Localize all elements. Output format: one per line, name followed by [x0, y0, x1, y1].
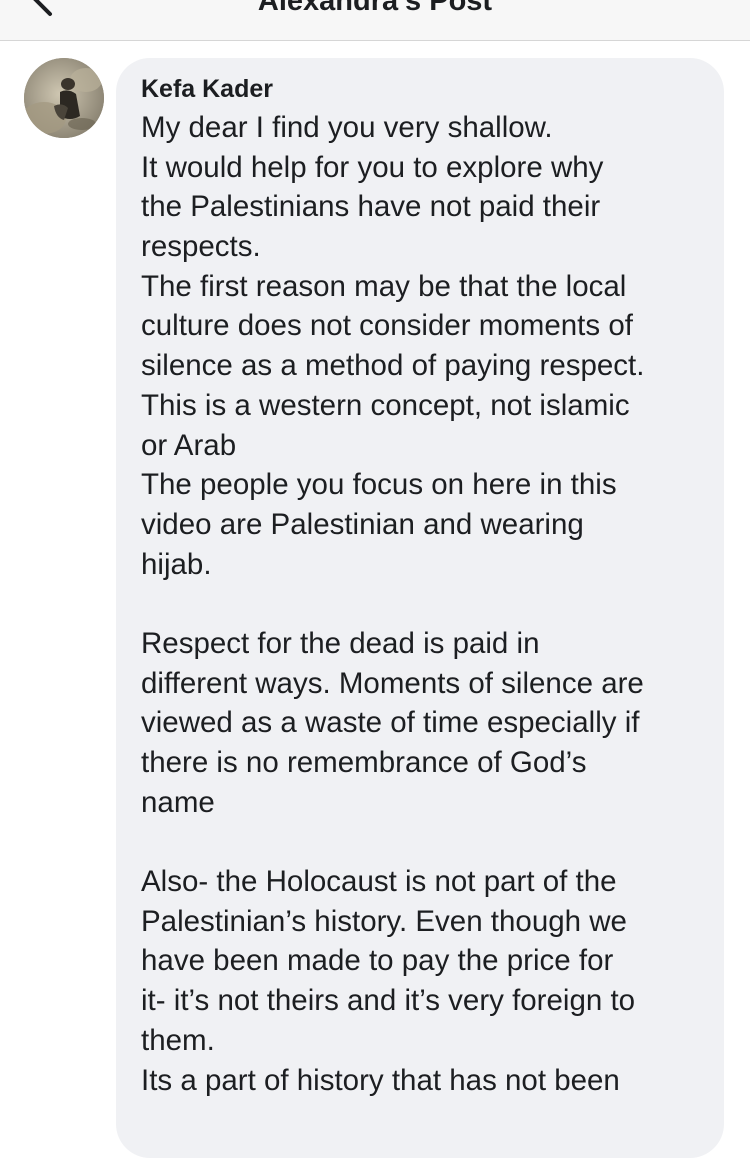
comment-line: viewed as a waste of time especially if [141, 706, 640, 740]
comment-line: video are Palestinian and wearing [141, 507, 584, 541]
comment-line: have been made to pay the price for [141, 944, 614, 978]
comment-line: the Palestinians have not paid their [141, 190, 601, 224]
comment-line: there is no remembrance of God’s [141, 746, 587, 779]
comment-author-name[interactable]: Kefa Kader [141, 73, 273, 105]
page-title: Alexandra's Post [257, 0, 493, 17]
comment-line: culture does not consider moments of [141, 309, 633, 343]
comment-line: This is a western concept, not islamic [141, 388, 630, 422]
top-navigation-bar: Alexandra's Post [0, 0, 750, 41]
comment-line: name [141, 785, 215, 819]
comment-line: Palestinian’s history. Even though we [141, 904, 627, 938]
comment-line: My dear I find you very shallow. [141, 111, 553, 144]
comment-line: or Arab [141, 428, 237, 462]
comment-line: The first reason may be that the local [141, 269, 627, 303]
comment-text: My dear I find you very shallow. It would… [141, 108, 716, 1100]
comment-line: The people you focus on here in this [141, 468, 617, 502]
comment-line: It would help for you to explore why [141, 150, 604, 184]
comment-line: Its a part of history that has not been [141, 1063, 620, 1097]
comment-line: hijab. [141, 547, 212, 581]
comment-line: different ways. Moments of silence are [141, 666, 644, 700]
profile-photo [24, 58, 104, 138]
comment-line: them. [141, 1023, 215, 1057]
comment-line: silence as a method of paying respect. [141, 349, 645, 383]
comment-line: respects. [141, 230, 261, 264]
comment-line: Also- the Holocaust is not part of the [141, 865, 617, 899]
avatar[interactable] [24, 58, 104, 138]
paragraph-break [141, 584, 716, 624]
paragraph-break [141, 822, 716, 862]
comment-line: Respect for the dead is paid in [141, 626, 540, 660]
comment-line: it- it’s not theirs and it’s very foreig… [141, 984, 636, 1018]
